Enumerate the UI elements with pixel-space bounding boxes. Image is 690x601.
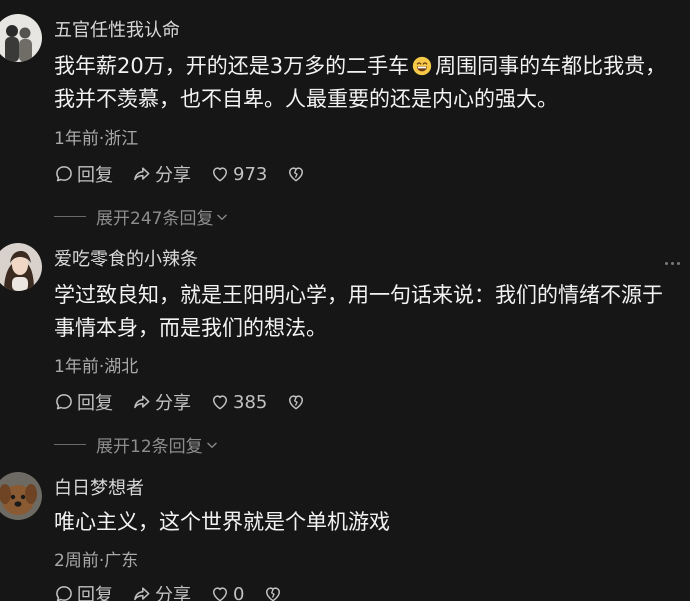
reply-label: 回复 — [77, 165, 113, 186]
username[interactable]: 爱吃零食的小辣条 — [54, 245, 198, 271]
divider-line — [54, 216, 86, 217]
divider-line — [54, 444, 86, 445]
speech-bubble-icon — [54, 392, 74, 412]
dislike-button[interactable] — [286, 164, 309, 184]
username[interactable]: 白日梦想者 — [54, 474, 144, 500]
avatar[interactable] — [0, 243, 42, 291]
comment-text: 唯心主义，这个世界就是个单机游戏 — [54, 510, 390, 534]
comment-actions: 回复 分享 0 — [54, 581, 305, 601]
avatar[interactable] — [0, 14, 42, 62]
more-dots-icon — [671, 262, 674, 265]
dislike-button[interactable] — [286, 392, 309, 412]
broken-heart-icon — [286, 164, 306, 184]
chevron-down-icon — [205, 438, 219, 452]
broken-heart-icon — [286, 392, 306, 412]
more-dots-icon — [677, 262, 680, 265]
share-label: 分享 — [155, 165, 191, 186]
comment-meta: 2周前·广东 — [54, 551, 139, 571]
speech-bubble-icon — [54, 584, 74, 601]
reply-label: 回复 — [77, 393, 113, 414]
like-count: 385 — [233, 391, 268, 413]
reply-button[interactable]: 回复 — [54, 581, 113, 601]
heart-icon — [210, 392, 230, 412]
avatar[interactable] — [0, 472, 42, 520]
like-button[interactable]: 385 — [210, 392, 267, 413]
like-button[interactable]: 0 — [210, 584, 244, 601]
share-arrow-icon — [132, 584, 152, 601]
reply-button[interactable]: 回复 — [54, 161, 113, 187]
more-dots-icon — [665, 262, 668, 265]
chevron-down-icon — [215, 210, 229, 224]
share-label: 分享 — [155, 393, 191, 414]
broken-heart-icon — [263, 584, 283, 601]
more-options-button[interactable] — [665, 262, 680, 265]
share-arrow-icon — [132, 164, 152, 184]
username[interactable]: 五官任性我认命 — [54, 16, 180, 42]
comment-actions: 回复 分享 385 — [54, 389, 328, 415]
comment-meta: 1年前·浙江 — [54, 129, 139, 149]
share-button[interactable]: 分享 — [132, 389, 191, 415]
comment-text: 学过致良知，就是王阳明心学，用一句话来说：我们的情绪不源于事情本身，而是我们的想… — [54, 283, 663, 340]
like-count: 0 — [233, 583, 245, 601]
comment-text-part: 我年薪20万，开的还是3万多的二手车 — [54, 54, 410, 78]
heart-icon — [210, 584, 230, 601]
comment-actions: 回复 分享 973 — [54, 161, 328, 187]
dislike-button[interactable] — [263, 584, 286, 601]
reply-label: 回复 — [77, 585, 113, 601]
share-arrow-icon — [132, 392, 152, 412]
share-button[interactable]: 分享 — [132, 161, 191, 187]
like-button[interactable]: 973 — [210, 164, 267, 185]
heart-icon — [210, 164, 230, 184]
expand-replies-label: 展开12条回复 — [96, 437, 203, 457]
share-button[interactable]: 分享 — [132, 581, 191, 601]
expand-replies-button[interactable]: 展开12条回复 — [54, 432, 219, 457]
grinning-face-emoji — [412, 56, 432, 76]
comment-text: 我年薪20万，开的还是3万多的二手车 周围同事的车都比我贵，我并不羡慕，也不自卑。… — [54, 50, 674, 116]
expand-replies-label: 展开247条回复 — [96, 209, 214, 229]
comment-meta: 1年前·湖北 — [54, 357, 139, 377]
like-count: 973 — [233, 163, 268, 185]
reply-button[interactable]: 回复 — [54, 389, 113, 415]
expand-replies-button[interactable]: 展开247条回复 — [54, 204, 229, 229]
share-label: 分享 — [155, 585, 191, 601]
speech-bubble-icon — [54, 164, 74, 184]
